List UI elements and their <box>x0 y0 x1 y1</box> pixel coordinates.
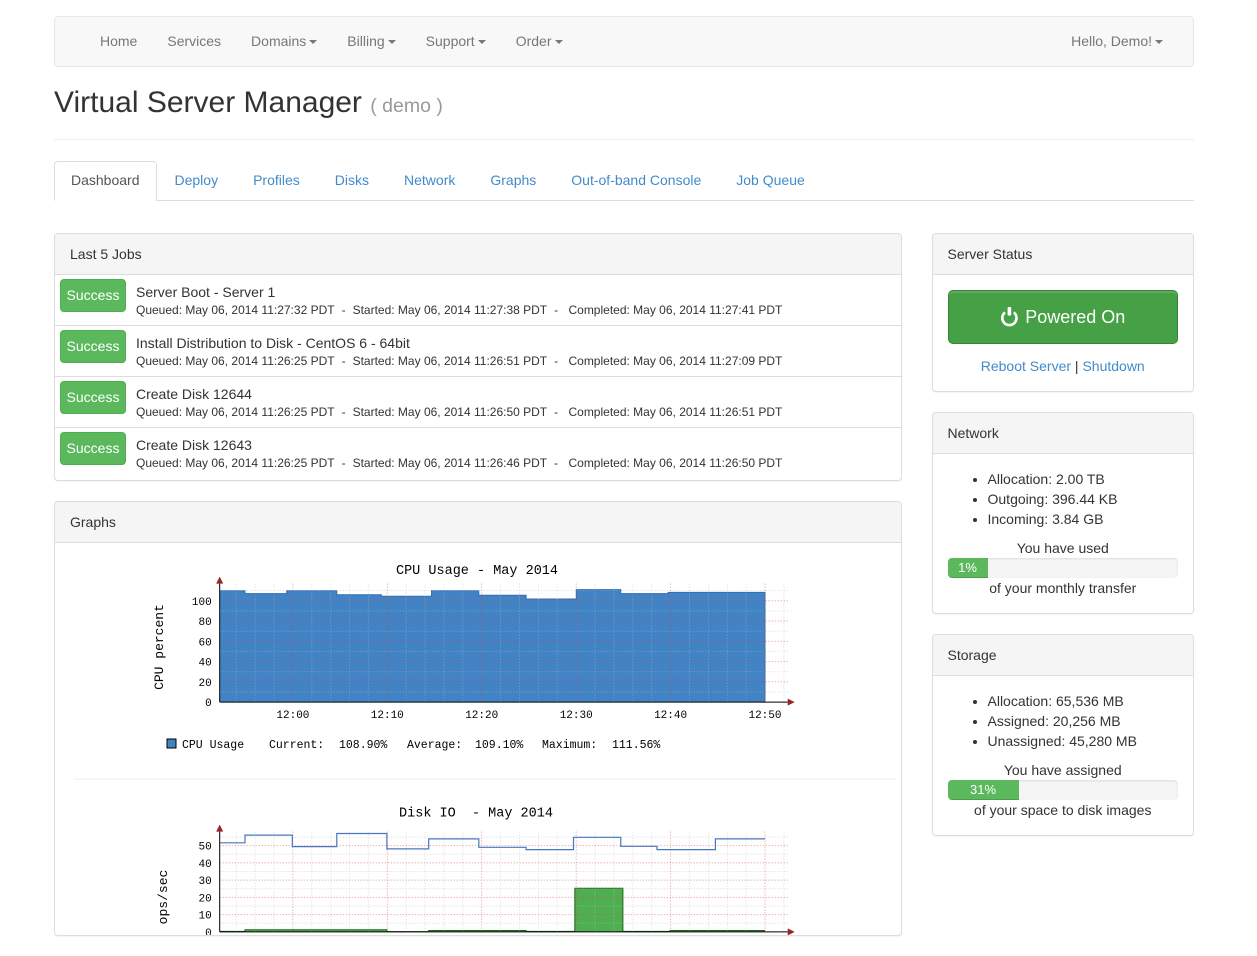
svg-text:10: 10 <box>198 911 211 923</box>
svg-text:108.90%: 108.90% <box>339 739 387 752</box>
svg-text:ops/sec: ops/sec <box>156 870 171 925</box>
svg-text:100: 100 <box>192 597 212 609</box>
svg-text:111.56%: 111.56% <box>612 739 660 752</box>
svg-text:40: 40 <box>198 859 211 871</box>
svg-text:Maximum:: Maximum: <box>542 739 597 752</box>
svg-text:30: 30 <box>198 876 211 888</box>
svg-text:40: 40 <box>198 658 211 670</box>
svg-text:12:50: 12:50 <box>748 710 781 722</box>
svg-text:CPU percent: CPU percent <box>152 604 167 690</box>
svg-text:CPU Usage - May 2014: CPU Usage - May 2014 <box>396 564 558 579</box>
svg-text:0: 0 <box>205 698 212 710</box>
svg-text:Current:: Current: <box>269 739 324 752</box>
svg-text:0: 0 <box>205 928 212 935</box>
svg-text:Disk IO - May 2014: Disk IO - May 2014 <box>399 807 553 822</box>
svg-text:60: 60 <box>198 637 211 649</box>
svg-text:CPU Usage: CPU Usage <box>182 739 244 752</box>
svg-text:80: 80 <box>198 617 211 629</box>
svg-text:20: 20 <box>198 893 211 905</box>
svg-text:20: 20 <box>198 678 211 690</box>
svg-text:50: 50 <box>198 842 211 854</box>
svg-text:109.10%: 109.10% <box>475 739 523 752</box>
svg-text:12:30: 12:30 <box>560 710 593 722</box>
svg-text:12:20: 12:20 <box>465 710 498 722</box>
svg-text:Average:: Average: <box>407 739 462 752</box>
svg-text:12:10: 12:10 <box>371 710 404 722</box>
svg-text:12:40: 12:40 <box>654 710 687 722</box>
svg-text:12:00: 12:00 <box>276 710 309 722</box>
